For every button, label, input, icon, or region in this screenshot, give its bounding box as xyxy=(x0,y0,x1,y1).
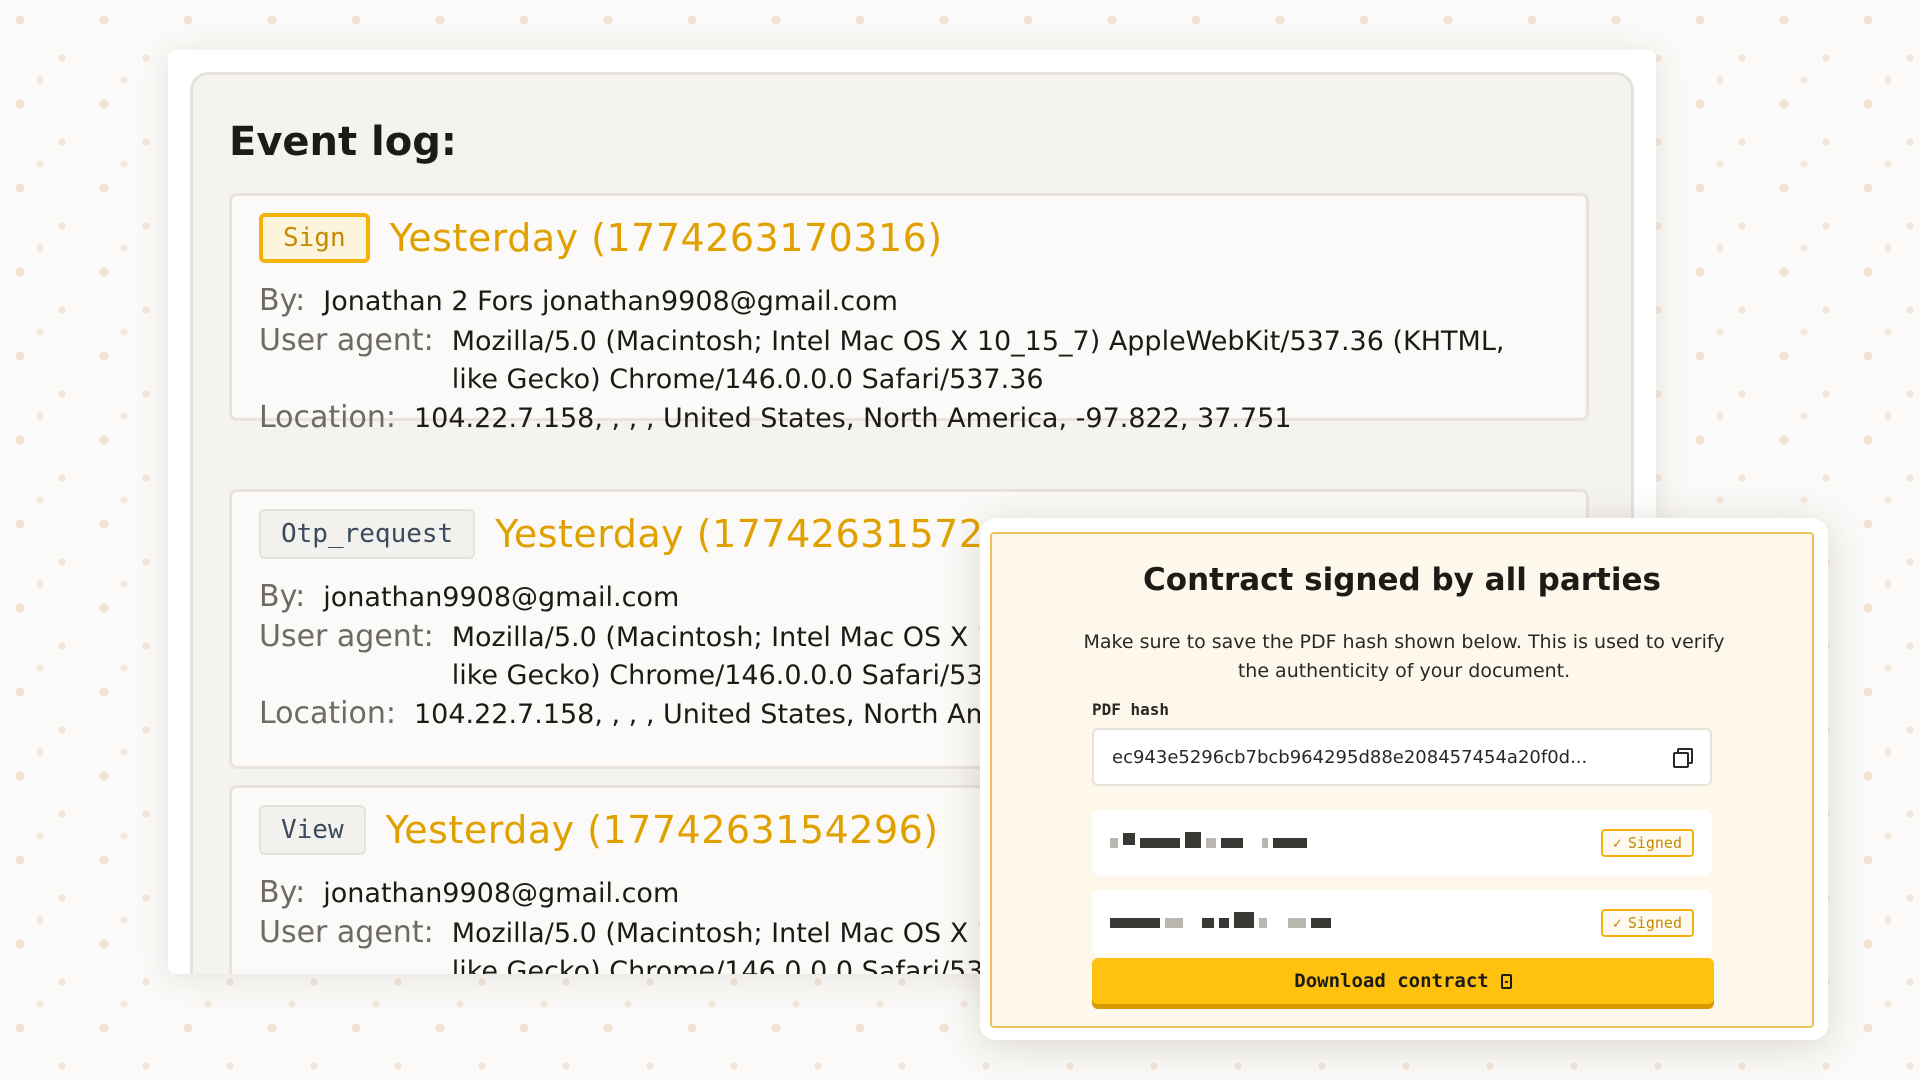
event-by: jonathan9908@gmail.com xyxy=(323,878,680,909)
event-by: jonathan9908@gmail.com xyxy=(323,582,680,613)
event-user-agent: Mozilla/5.0 (Macintosh; Intel Mac OS X 1… xyxy=(451,326,1505,395)
document-icon xyxy=(1500,973,1512,989)
user-agent-label: User agent: xyxy=(259,323,434,358)
check-icon: ✓ xyxy=(1612,834,1622,852)
signer-row: ✓ Signed xyxy=(1092,810,1712,876)
check-icon: ✓ xyxy=(1612,914,1622,932)
event-card-sign: Sign Yesterday (1774263170316) By: Jonat… xyxy=(229,193,1589,435)
signer-name-redacted xyxy=(1110,912,1601,928)
dialog-title: Contract signed by all parties xyxy=(1143,562,1661,598)
location-label: Location: xyxy=(259,696,396,731)
pdf-hash-field[interactable]: ec943e5296cb7bcb964295d88e208457454a20f0… xyxy=(1092,728,1712,786)
contract-signed-dialog: Contract signed by all parties Make sure… xyxy=(980,518,1828,1040)
event-location: 104.22.7.158, , , , United States, North… xyxy=(414,403,1292,434)
event-type-badge: Sign xyxy=(259,213,370,263)
signed-status-label: Signed xyxy=(1627,834,1682,852)
event-timestamp: Yesterday (1774263154296) xyxy=(385,808,939,852)
copy-icon[interactable] xyxy=(1670,746,1693,768)
event-timestamp: Yesterday (1774263170316) xyxy=(389,216,943,260)
by-label: By: xyxy=(259,579,306,614)
signed-status-badge: ✓ Signed xyxy=(1600,829,1694,857)
by-label: By: xyxy=(259,283,306,318)
user-agent-label: User agent: xyxy=(259,619,434,654)
dialog-description: Make sure to save the PDF hash shown bel… xyxy=(1083,631,1725,682)
signed-status-badge: ✓ Signed xyxy=(1600,909,1694,937)
event-timestamp: Yesterday (1774263157201) xyxy=(495,512,1049,556)
contract-signed-panel: Contract signed by all parties Make sure… xyxy=(990,532,1814,1028)
event-type-badge: Otp_request xyxy=(259,509,476,559)
pdf-hash-value[interactable]: ec943e5296cb7bcb964295d88e208457454a20f0… xyxy=(1112,747,1670,768)
user-agent-label: User agent: xyxy=(259,915,434,950)
by-label: By: xyxy=(259,875,306,910)
event-type-badge: View xyxy=(259,805,366,855)
event-by: Jonathan 2 Fors jonathan9908@gmail.com xyxy=(323,286,898,317)
location-label: Location: xyxy=(259,400,396,435)
pdf-hash-label: PDF hash xyxy=(1092,700,1170,719)
signer-name-redacted xyxy=(1110,832,1601,848)
event-log-title: Event log: xyxy=(229,119,457,165)
download-contract-label: Download contract xyxy=(1294,970,1489,992)
download-contract-button[interactable]: Download contract xyxy=(1092,958,1714,1004)
signer-row: ✓ Signed xyxy=(1092,890,1712,956)
signed-status-label: Signed xyxy=(1627,914,1682,932)
